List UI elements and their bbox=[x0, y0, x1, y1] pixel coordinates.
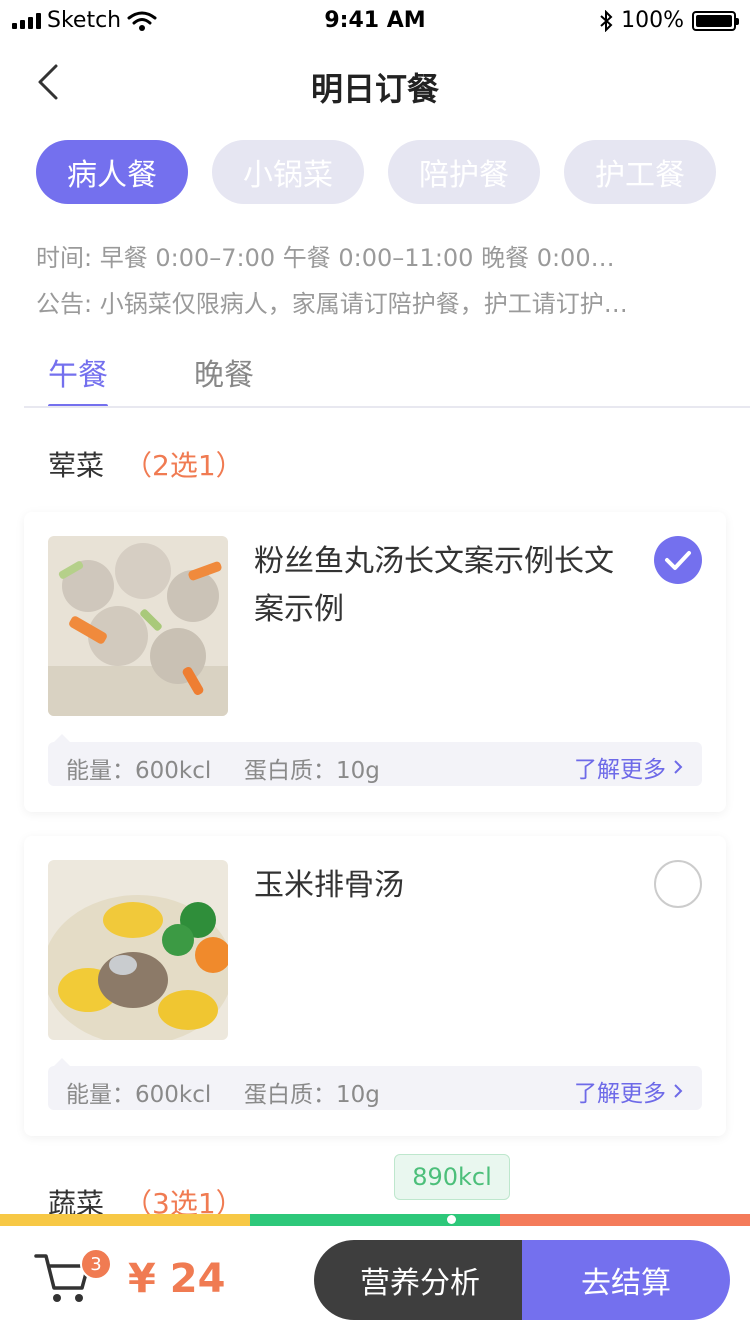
dish-card[interactable]: 粉丝鱼丸汤长文案示例长文案示例 能量：600kcl 蛋白质：10g 了解更多 bbox=[24, 512, 726, 812]
radio-circle-icon[interactable] bbox=[654, 860, 702, 908]
chevron-right-icon bbox=[674, 1084, 683, 1098]
tab-dinner[interactable]: 晚餐 bbox=[194, 350, 254, 406]
energy-value: 能量：600kcl bbox=[66, 1082, 212, 1108]
calorie-badge: 890kcl bbox=[394, 1154, 510, 1200]
meal-type-caregiver[interactable]: 护工餐 bbox=[564, 140, 716, 204]
battery-icon bbox=[692, 10, 739, 31]
chevron-right-icon bbox=[674, 760, 683, 774]
nutrition-analysis-button[interactable]: 营养分析 bbox=[314, 1240, 526, 1320]
section-meat: 荤菜 （2选1） bbox=[48, 444, 244, 484]
nav-bar: 明日订餐 bbox=[0, 50, 750, 116]
meal-time-info: 时间: 早餐 0:00–7:00 午餐 0:00–11:00 晚餐 0:00… bbox=[36, 244, 615, 272]
calorie-bar bbox=[0, 1214, 750, 1226]
check-circle-icon[interactable] bbox=[654, 536, 702, 584]
tab-lunch[interactable]: 午餐 bbox=[48, 350, 108, 408]
total-price: ¥ 24 bbox=[128, 1256, 226, 1302]
meal-type-companion[interactable]: 陪护餐 bbox=[388, 140, 540, 204]
tab-divider bbox=[24, 406, 750, 408]
energy-value: 能量：600kcl bbox=[66, 758, 212, 784]
meta-pointer bbox=[54, 734, 70, 742]
page-title: 明日订餐 bbox=[310, 70, 439, 108]
cart-count-badge: 3 bbox=[80, 1248, 112, 1280]
protein-value: 蛋白质：10g bbox=[244, 1082, 380, 1108]
learn-more-link[interactable]: 了解更多 bbox=[574, 1074, 684, 1108]
bottom-bar: 3 ¥ 24 营养分析 去结算 bbox=[0, 1226, 750, 1334]
protein-value: 蛋白质：10g bbox=[244, 758, 380, 784]
dish-name: 粉丝鱼丸汤长文案示例长文案示例 bbox=[254, 544, 614, 627]
dish-card[interactable]: 玉米排骨汤 能量：600kcl 蛋白质：10g 了解更多 bbox=[24, 836, 726, 1136]
meta-pointer bbox=[54, 1058, 70, 1066]
meal-type-small-pot[interactable]: 小锅菜 bbox=[212, 140, 364, 204]
battery-percent: 100% bbox=[621, 8, 684, 33]
learn-more-label: 了解更多 bbox=[574, 757, 666, 783]
meal-type-patient[interactable]: 病人餐 bbox=[36, 140, 188, 204]
dish-name: 玉米排骨汤 bbox=[254, 868, 404, 903]
section-rule: （2选1） bbox=[124, 449, 244, 482]
calorie-bar-low bbox=[0, 1214, 250, 1226]
learn-more-link[interactable]: 了解更多 bbox=[574, 750, 684, 784]
calorie-marker bbox=[447, 1215, 456, 1224]
learn-more-label: 了解更多 bbox=[574, 1081, 666, 1107]
dish-image bbox=[48, 860, 228, 1040]
dish-image bbox=[48, 536, 228, 716]
checkout-button[interactable]: 去结算 bbox=[522, 1240, 730, 1320]
meal-tabs: 午餐 晚餐 bbox=[48, 350, 254, 408]
status-bar: Sketch 9:41 AM 100% bbox=[0, 0, 750, 40]
section-name: 荤菜 bbox=[48, 449, 105, 482]
notice-info: 公告: 小锅菜仅限病人，家属请订陪护餐，护工请订护… bbox=[36, 290, 628, 318]
bluetooth-icon bbox=[600, 9, 613, 32]
status-right: 100% bbox=[599, 8, 739, 33]
calorie-bar-mid bbox=[250, 1214, 500, 1226]
meal-type-selector: 病人餐 小锅菜 陪护餐 护工餐 bbox=[36, 140, 716, 204]
dish-nutrition: 能量：600kcl 蛋白质：10g 了解更多 bbox=[48, 742, 702, 786]
calorie-bar-high bbox=[500, 1214, 750, 1226]
dish-nutrition: 能量：600kcl 蛋白质：10g 了解更多 bbox=[48, 1066, 702, 1110]
